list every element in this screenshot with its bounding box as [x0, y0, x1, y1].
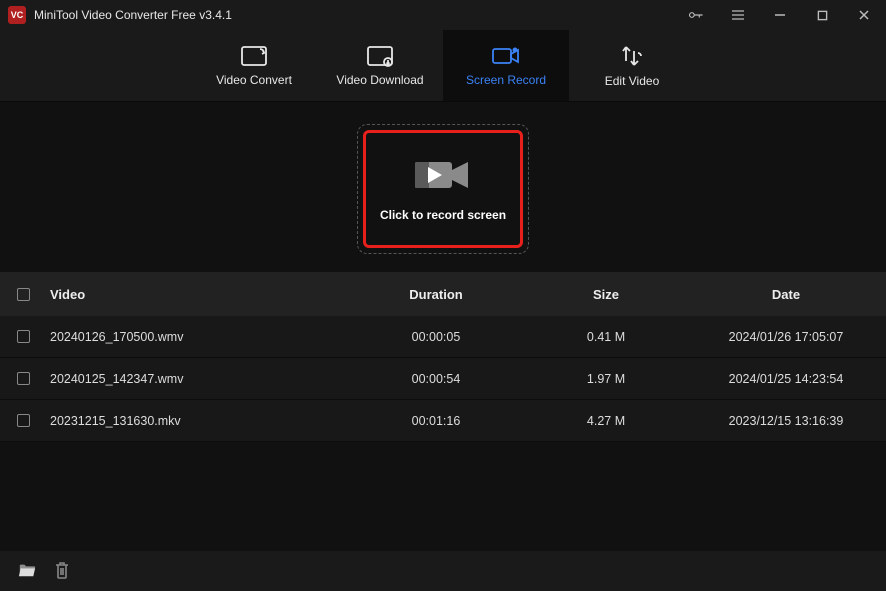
header-date: Date [686, 287, 886, 302]
cell-video: 20240126_170500.wmv [46, 330, 346, 344]
tab-label: Screen Record [466, 73, 546, 87]
delete-button[interactable] [54, 561, 70, 582]
tab-video-convert[interactable]: Video Convert [191, 30, 317, 101]
cell-video: 20240125_142347.wmv [46, 372, 346, 386]
tab-label: Video Download [336, 73, 423, 87]
row-checkbox[interactable] [17, 330, 30, 343]
main-tabs: Video Convert Video Download Screen Reco… [0, 30, 886, 102]
cell-date: 2023/12/15 13:16:39 [686, 414, 886, 428]
titlebar: VC MiniTool Video Converter Free v3.4.1 [0, 0, 886, 30]
header-duration: Duration [346, 287, 526, 302]
cell-date: 2024/01/25 14:23:54 [686, 372, 886, 386]
record-dropzone: Click to record screen [357, 124, 529, 254]
cell-size: 0.41 M [526, 330, 686, 344]
camera-play-icon [415, 156, 471, 194]
maximize-button[interactable] [808, 1, 836, 29]
tab-edit-video[interactable]: Edit Video [569, 30, 695, 101]
app-title: MiniTool Video Converter Free v3.4.1 [34, 8, 232, 22]
record-screen-button[interactable]: Click to record screen [363, 130, 523, 248]
menu-icon[interactable] [724, 1, 752, 29]
table-row[interactable]: 20231215_131630.mkv 00:01:16 4.27 M 2023… [0, 400, 886, 442]
tab-video-download[interactable]: Video Download [317, 30, 443, 101]
row-checkbox[interactable] [17, 372, 30, 385]
app-logo-icon: VC [8, 6, 26, 24]
table-row[interactable]: 20240126_170500.wmv 00:00:05 0.41 M 2024… [0, 316, 886, 358]
recordings-table: Video Duration Size Date 20240126_170500… [0, 272, 886, 442]
close-button[interactable] [850, 1, 878, 29]
minimize-button[interactable] [766, 1, 794, 29]
cell-duration: 00:00:54 [346, 372, 526, 386]
record-caption: Click to record screen [380, 208, 506, 222]
table-row[interactable]: 20240125_142347.wmv 00:00:54 1.97 M 2024… [0, 358, 886, 400]
tab-label: Edit Video [605, 74, 660, 88]
header-size: Size [526, 287, 686, 302]
cell-size: 4.27 M [526, 414, 686, 428]
cell-date: 2024/01/26 17:05:07 [686, 330, 886, 344]
footer-toolbar [0, 551, 886, 591]
header-video: Video [46, 287, 346, 302]
table-header: Video Duration Size Date [0, 272, 886, 316]
cell-duration: 00:01:16 [346, 414, 526, 428]
tab-screen-record[interactable]: Screen Record [443, 30, 569, 101]
row-checkbox[interactable] [17, 414, 30, 427]
cell-duration: 00:00:05 [346, 330, 526, 344]
open-folder-button[interactable] [18, 562, 36, 581]
cell-video: 20231215_131630.mkv [46, 414, 346, 428]
select-all-checkbox[interactable] [17, 288, 30, 301]
cell-size: 1.97 M [526, 372, 686, 386]
tab-label: Video Convert [216, 73, 292, 87]
